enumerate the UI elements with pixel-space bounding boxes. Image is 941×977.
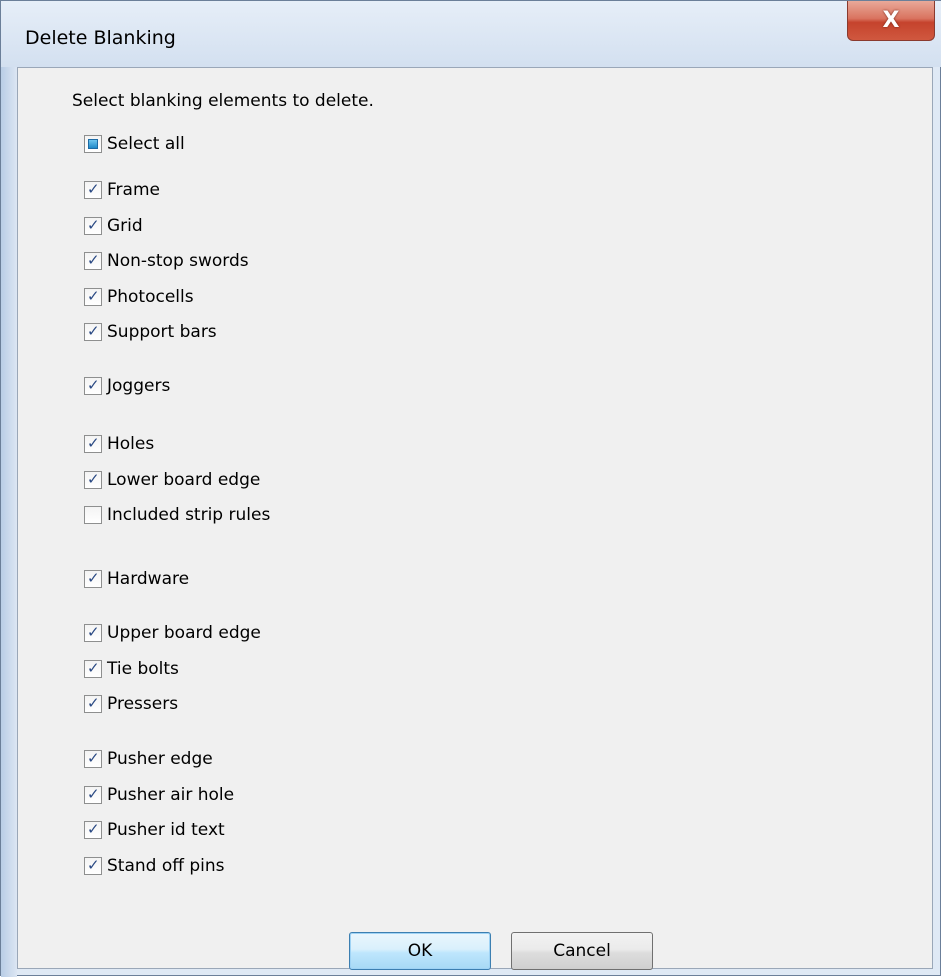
checkbox-box[interactable] xyxy=(84,820,102,839)
checkbox-label: Included strip rules xyxy=(107,505,271,525)
checkbox-label: Pusher id text xyxy=(107,820,225,840)
checkbox-hardware[interactable]: Hardware xyxy=(84,568,189,590)
checkbox-grid[interactable]: Grid xyxy=(84,215,143,237)
checkbox-box[interactable] xyxy=(84,251,102,270)
window-title: Delete Blanking xyxy=(25,27,176,49)
cancel-button[interactable]: Cancel xyxy=(511,932,653,970)
checkbox-box[interactable] xyxy=(84,856,102,875)
checkbox-box[interactable] xyxy=(84,470,102,489)
checkbox-box[interactable] xyxy=(84,216,102,235)
checkbox-box[interactable] xyxy=(84,659,102,678)
checkbox-photocells[interactable]: Photocells xyxy=(84,286,194,308)
checkbox-label: Hardware xyxy=(107,569,190,589)
checkbox-label: Stand off pins xyxy=(107,856,225,876)
checkbox-box[interactable] xyxy=(84,506,102,524)
checkbox-box[interactable] xyxy=(84,434,102,453)
checkbox-non-stop-swords[interactable]: Non-stop swords xyxy=(84,250,249,272)
checkbox-label: Lower board edge xyxy=(107,470,261,490)
checkbox-box[interactable] xyxy=(84,785,102,804)
checkbox-pusher-air-hole[interactable]: Pusher air hole xyxy=(84,784,234,806)
checkbox-box[interactable] xyxy=(84,135,102,153)
dialog-window: Delete Blanking X Select blanking elemen… xyxy=(0,0,941,977)
checkbox-box[interactable] xyxy=(84,287,102,306)
close-icon: X xyxy=(882,8,900,33)
checkbox-stand-off-pins[interactable]: Stand off pins xyxy=(84,855,225,877)
checkbox-upper-board-edge[interactable]: Upper board edge xyxy=(84,622,261,644)
checkbox-label: Upper board edge xyxy=(107,623,261,643)
checkbox-pusher-edge[interactable]: Pusher edge xyxy=(84,748,213,770)
checkbox-box[interactable] xyxy=(84,569,102,588)
checkbox-label: Select all xyxy=(107,134,185,154)
checkbox-support-bars[interactable]: Support bars xyxy=(84,321,217,343)
instruction-text: Select blanking elements to delete. xyxy=(72,91,374,111)
checkbox-label: Grid xyxy=(107,216,143,236)
checkbox-label: Photocells xyxy=(107,287,194,307)
checkbox-joggers[interactable]: Joggers xyxy=(84,375,170,397)
checkbox-included-strip-rules[interactable]: Included strip rules xyxy=(84,504,270,526)
checkbox-box[interactable] xyxy=(84,623,102,642)
checkbox-label: Frame xyxy=(107,180,160,200)
checkbox-holes[interactable]: Holes xyxy=(84,433,154,455)
checkbox-box[interactable] xyxy=(84,180,102,199)
checkbox-box[interactable] xyxy=(84,376,102,395)
checkbox-frame[interactable]: Frame xyxy=(84,179,160,201)
close-button[interactable]: X xyxy=(847,1,935,41)
checkbox-pressers[interactable]: Pressers xyxy=(84,693,178,715)
checkbox-label: Pressers xyxy=(107,694,179,714)
checkbox-label: Non-stop swords xyxy=(107,251,249,271)
checkbox-box[interactable] xyxy=(84,694,102,713)
checkbox-box[interactable] xyxy=(84,322,102,341)
title-bar[interactable]: Delete Blanking X xyxy=(1,1,941,67)
checkbox-label: Pusher edge xyxy=(107,749,213,769)
dialog-body: Select blanking elements to delete. Sele… xyxy=(17,67,933,970)
checkbox-lower-board-edge[interactable]: Lower board edge xyxy=(84,469,260,491)
select-all-checkbox[interactable]: Select all xyxy=(84,133,185,155)
checkbox-label: Holes xyxy=(107,434,155,454)
checkbox-label: Joggers xyxy=(107,376,171,396)
checkbox-label: Support bars xyxy=(107,322,217,342)
checkbox-box[interactable] xyxy=(84,749,102,768)
checkbox-pusher-id-text[interactable]: Pusher id text xyxy=(84,819,225,841)
checkbox-tie-bolts[interactable]: Tie bolts xyxy=(84,658,179,680)
checkbox-label: Pusher air hole xyxy=(107,785,235,805)
ok-button[interactable]: OK xyxy=(349,932,491,970)
checkbox-label: Tie bolts xyxy=(107,659,179,679)
